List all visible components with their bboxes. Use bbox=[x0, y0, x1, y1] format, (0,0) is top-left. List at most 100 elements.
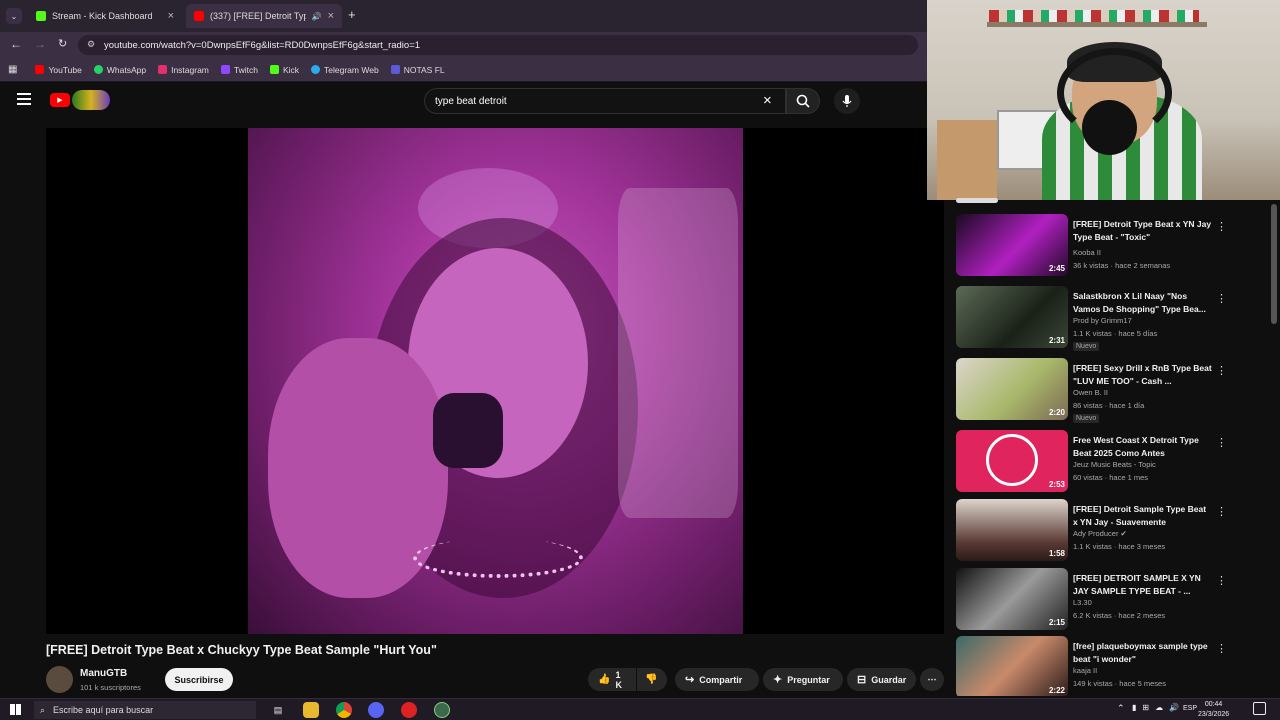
recommendation-title[interactable]: [free] plaqueboymax sample type beat "i … bbox=[1073, 640, 1213, 666]
recommendation-title[interactable]: Salastkbron X Lil Naay "Nos Vamos De Sho… bbox=[1073, 290, 1213, 316]
recommendation-item[interactable]: 2:15 [FREE] DETROIT SAMPLE X YN JAY SAMP… bbox=[956, 558, 1226, 630]
like-count: 1 K bbox=[615, 669, 622, 690]
recommendation-title[interactable]: [FREE] DETROIT SAMPLE X YN JAY SAMPLE TY… bbox=[1073, 572, 1213, 598]
video-thumbnail[interactable]: 2:22 bbox=[956, 636, 1068, 696]
more-vert-icon[interactable]: ⋮ bbox=[1216, 574, 1226, 587]
video-frame[interactable] bbox=[248, 128, 743, 634]
speaker-icon[interactable]: 🔊 bbox=[312, 12, 322, 21]
bookmark-kick[interactable]: Kick bbox=[269, 65, 299, 75]
telegram-icon bbox=[311, 65, 321, 74]
reload-icon[interactable]: ↻ bbox=[58, 37, 67, 50]
video-thumbnail[interactable]: 2:20 bbox=[956, 358, 1068, 420]
sidebar-filter-chip[interactable] bbox=[956, 198, 998, 203]
channel-avatar[interactable] bbox=[46, 666, 73, 693]
save-button[interactable]: ⊟ Guardar bbox=[847, 668, 916, 691]
search-icon bbox=[796, 94, 810, 108]
tab-youtube-video[interactable]: (337) [FREE] Detroit Type Be... 🔊 × bbox=[186, 4, 342, 28]
tab-search-icon[interactable]: ⌄ bbox=[6, 8, 22, 24]
like-button[interactable]: 👍 1 K bbox=[588, 668, 636, 691]
subscribe-button[interactable]: Suscribirse bbox=[165, 668, 233, 691]
recommendation-item[interactable]: 2:20 [FREE] Sexy Drill x RnB Type Beat "… bbox=[956, 348, 1226, 423]
recommendation-item[interactable]: 1:58 [FREE] Detroit Sample Type Beat x Y… bbox=[956, 489, 1226, 561]
close-tab-icon[interactable]: × bbox=[168, 10, 174, 22]
bookmark-telegram[interactable]: Telegram Web bbox=[311, 65, 379, 75]
windows-start-icon[interactable] bbox=[10, 704, 21, 715]
chrome-icon[interactable] bbox=[336, 702, 352, 718]
bookmark-notas-fl[interactable]: NOTAS FL bbox=[390, 65, 445, 75]
recommendation-title[interactable]: [FREE] Sexy Drill x RnB Type Beat "LUV M… bbox=[1073, 362, 1213, 388]
discord-icon[interactable] bbox=[368, 702, 384, 718]
recommendation-item[interactable]: 2:53 Free West Coast X Detroit Type Beat… bbox=[956, 420, 1226, 492]
tab-label: Stream - Kick Dashboard bbox=[52, 11, 153, 21]
more-vert-icon[interactable]: ⋮ bbox=[1216, 505, 1226, 518]
dislike-button[interactable]: 👎 bbox=[637, 668, 667, 691]
sidebar-scrollbar[interactable] bbox=[1271, 204, 1277, 324]
recommendation-channel[interactable]: Owen B. II bbox=[1073, 388, 1108, 397]
bookmark-twitch[interactable]: Twitch bbox=[220, 65, 258, 75]
recommendation-item[interactable]: 2:31 Salastkbron X Lil Naay "Nos Vamos D… bbox=[956, 276, 1226, 351]
duration-badge: 2:45 bbox=[1048, 264, 1065, 273]
video-thumbnail[interactable]: 2:53 bbox=[956, 430, 1068, 492]
new-tab-button[interactable]: + bbox=[348, 7, 356, 22]
video-thumbnail[interactable]: 2:45 bbox=[956, 214, 1068, 276]
more-vert-icon[interactable]: ⋮ bbox=[1216, 364, 1226, 377]
more-actions-button[interactable]: ⋯ bbox=[920, 668, 944, 691]
save-label: Guardar bbox=[871, 674, 907, 685]
recommendation-title[interactable]: [FREE] Detroit Sample Type Beat x YN Jay… bbox=[1073, 503, 1213, 529]
bookmark-whatsapp[interactable]: WhatsApp bbox=[93, 65, 146, 75]
recommendation-channel[interactable]: Ady Producer ✔ bbox=[1073, 529, 1127, 538]
recommendation-channel[interactable]: kaaja II bbox=[1073, 666, 1097, 675]
channel-name[interactable]: ManuGTB bbox=[80, 668, 127, 679]
site-info-icon[interactable]: ⚙ bbox=[87, 39, 95, 50]
more-vert-icon[interactable]: ⋮ bbox=[1216, 436, 1226, 449]
browser-tab-bar: ⌄ Stream - Kick Dashboard × (337) [FREE]… bbox=[0, 0, 927, 32]
forward-icon[interactable]: → bbox=[34, 37, 46, 51]
tray-icons[interactable]: ▮⊞☁🔊 bbox=[1132, 703, 1185, 712]
video-thumbnail[interactable]: 2:31 bbox=[956, 286, 1068, 348]
apps-grid-icon[interactable]: ▦ bbox=[8, 64, 17, 75]
more-vert-icon[interactable]: ⋮ bbox=[1216, 292, 1226, 305]
task-view-icon[interactable]: ▤ bbox=[270, 702, 286, 718]
recommendation-channel[interactable]: Jeuz Music Beats - Topic bbox=[1073, 460, 1156, 469]
back-icon[interactable]: ← bbox=[10, 37, 22, 51]
language-indicator[interactable]: ESP bbox=[1183, 705, 1197, 712]
recommendation-channel[interactable]: Kooba II bbox=[1073, 248, 1101, 257]
more-vert-icon[interactable]: ⋮ bbox=[1216, 642, 1226, 655]
more-vert-icon[interactable]: ⋮ bbox=[1216, 220, 1226, 233]
bookmark-instagram[interactable]: Instagram bbox=[158, 65, 209, 75]
share-button[interactable]: ↪ Compartir bbox=[675, 668, 759, 691]
recommendation-item[interactable]: 2:45 [FREE] Detroit Type Beat x YN Jay T… bbox=[956, 204, 1226, 276]
clock[interactable]: 00:44 23/3/2026 bbox=[1198, 700, 1229, 720]
app-red-icon[interactable] bbox=[401, 702, 417, 718]
show-hidden-icons[interactable]: ⌃ bbox=[1117, 703, 1125, 714]
close-tab-icon[interactable]: × bbox=[328, 10, 334, 22]
youtube-favicon-icon bbox=[194, 11, 204, 21]
bookmark-youtube[interactable]: YouTube bbox=[35, 65, 82, 75]
voice-search-button[interactable] bbox=[834, 88, 860, 114]
search-button[interactable] bbox=[786, 88, 820, 114]
clear-search-icon[interactable]: × bbox=[763, 92, 772, 109]
ask-button[interactable]: ✦ Preguntar bbox=[763, 668, 843, 691]
recommendation-title[interactable]: Free West Coast X Detroit Type Beat 2025… bbox=[1073, 434, 1213, 460]
twitch-icon bbox=[220, 65, 230, 74]
recommendation-title[interactable]: [FREE] Detroit Type Beat x YN Jay Type B… bbox=[1073, 218, 1213, 244]
tab-kick-dashboard[interactable]: Stream - Kick Dashboard × bbox=[28, 4, 182, 28]
video-player[interactable] bbox=[46, 128, 944, 634]
recommendation-meta: 6.2 K vistas · hace 2 meses bbox=[1073, 611, 1166, 620]
recommendation-channel[interactable]: Prod by Grimm17 bbox=[1073, 316, 1132, 325]
video-thumbnail[interactable]: 1:58 bbox=[956, 499, 1068, 561]
duration-badge: 1:58 bbox=[1048, 549, 1065, 558]
taskbar-search-input[interactable]: ⌕ Escribe aquí para buscar bbox=[34, 701, 256, 719]
video-thumbnail[interactable]: 2:15 bbox=[956, 568, 1068, 630]
obs-icon[interactable] bbox=[434, 702, 450, 718]
url-field[interactable]: ⚙ youtube.com/watch?v=0DwnpsEfF6g&list=R… bbox=[78, 35, 918, 55]
duration-badge: 2:53 bbox=[1048, 480, 1065, 489]
notifications-icon[interactable] bbox=[1253, 702, 1266, 715]
recommendation-item[interactable]: 2:22 [free] plaqueboymax sample type bea… bbox=[956, 626, 1226, 696]
file-explorer-icon[interactable] bbox=[303, 702, 319, 718]
youtube-logo[interactable]: ▶ bbox=[50, 93, 70, 107]
recommendation-channel[interactable]: L3.30 bbox=[1073, 598, 1092, 607]
kick-favicon-icon bbox=[36, 11, 46, 21]
search-input[interactable]: type beat detroit × bbox=[424, 88, 786, 114]
menu-icon[interactable] bbox=[17, 93, 31, 105]
